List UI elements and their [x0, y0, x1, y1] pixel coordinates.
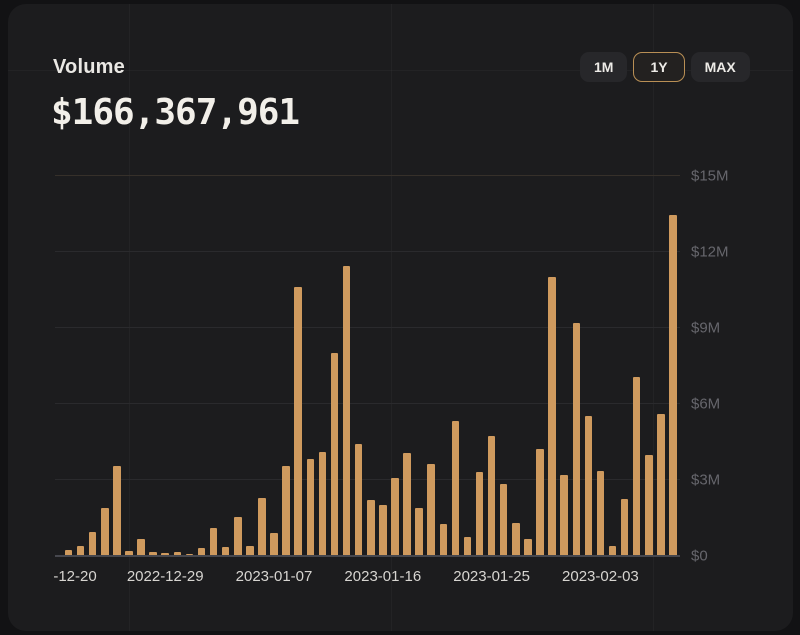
x-axis-line [55, 555, 680, 557]
volume-bar[interactable] [246, 546, 254, 555]
volume-bar[interactable] [657, 414, 665, 555]
volume-bar[interactable] [331, 353, 339, 555]
volume-bar[interactable] [77, 546, 85, 555]
volume-bar[interactable] [89, 532, 97, 555]
volume-bar[interactable] [548, 277, 556, 555]
volume-bar[interactable] [125, 551, 133, 555]
y-axis-label: $15M [691, 167, 729, 184]
volume-bar[interactable] [536, 449, 544, 555]
volume-bar[interactable] [621, 499, 629, 555]
volume-bar[interactable] [65, 550, 73, 555]
gridline-6m [55, 403, 680, 404]
volume-bar[interactable] [524, 539, 532, 555]
chart-title: Volume [53, 56, 125, 79]
total-volume-value: $166,367,961 [51, 92, 299, 133]
volume-bar[interactable] [427, 464, 435, 556]
volume-bar[interactable] [452, 421, 460, 555]
volume-bar[interactable] [488, 436, 496, 555]
volume-bar[interactable] [379, 505, 387, 555]
volume-bar[interactable] [512, 523, 520, 555]
volume-bar[interactable] [307, 459, 315, 555]
volume-bar[interactable] [500, 484, 508, 555]
volume-bar[interactable] [210, 528, 218, 555]
volume-bar[interactable] [391, 478, 399, 555]
volume-bar[interactable] [198, 548, 206, 555]
volume-bar[interactable] [645, 455, 653, 555]
volume-bar[interactable] [137, 539, 145, 555]
volume-bar[interactable] [222, 547, 230, 555]
volume-bar[interactable] [440, 524, 448, 555]
y-axis-label: $9M [691, 319, 720, 336]
x-axis-label: 2023-01-25 [453, 568, 530, 585]
volume-bar[interactable] [161, 553, 169, 555]
volume-bar[interactable] [597, 471, 605, 555]
volume-bar[interactable] [234, 517, 242, 555]
volume-bar[interactable] [415, 508, 423, 555]
y-axis-label: $3M [691, 471, 720, 488]
gridline-15m [55, 175, 680, 176]
volume-bar[interactable] [464, 537, 472, 555]
x-axis-label: 2023-02-03 [562, 568, 639, 585]
volume-bar[interactable] [403, 453, 411, 555]
y-axis-label: $0 [691, 548, 708, 565]
volume-bar[interactable] [476, 472, 484, 555]
volume-bar[interactable] [585, 416, 593, 555]
volume-bar[interactable] [294, 287, 302, 555]
volume-bar[interactable] [343, 266, 351, 555]
gridline-9m [55, 327, 680, 328]
volume-bar[interactable] [609, 546, 617, 555]
volume-bar[interactable] [355, 444, 363, 555]
volume-bar[interactable] [367, 500, 375, 555]
volume-bar[interactable] [113, 466, 121, 555]
x-axis-label: 2023-01-07 [236, 568, 313, 585]
volume-bar[interactable] [174, 552, 182, 555]
volume-bar[interactable] [101, 508, 109, 555]
volume-chart-card: Volume $166,367,961 1M1YMAX $0$3M$6M$9M$… [8, 4, 793, 631]
volume-bar[interactable] [573, 323, 581, 555]
range-button-1m[interactable]: 1M [580, 52, 627, 82]
plot-area[interactable]: $0$3M$6M$9M$12M$15M-12-202022-12-292023-… [55, 165, 680, 556]
y-axis-label: $12M [691, 243, 729, 260]
volume-bar[interactable] [270, 533, 278, 555]
range-button-max[interactable]: MAX [691, 52, 750, 82]
range-button-1y[interactable]: 1Y [633, 52, 684, 82]
x-axis-label: -12-20 [53, 568, 96, 585]
volume-bar[interactable] [282, 466, 290, 555]
volume-bar[interactable] [258, 498, 266, 555]
volume-bar[interactable] [319, 452, 327, 555]
gridline-12m [55, 251, 680, 252]
volume-bar[interactable] [633, 377, 641, 555]
x-axis-label: 2022-12-29 [127, 568, 204, 585]
volume-bar[interactable] [669, 215, 677, 555]
range-selector: 1M1YMAX [580, 52, 750, 82]
volume-bar[interactable] [149, 552, 157, 555]
page-background: { "header": { "title": "Volume", "total_… [0, 0, 800, 635]
volume-bar[interactable] [186, 554, 194, 556]
y-axis-label: $6M [691, 395, 720, 412]
x-axis-label: 2023-01-16 [344, 568, 421, 585]
volume-bar[interactable] [560, 475, 568, 555]
